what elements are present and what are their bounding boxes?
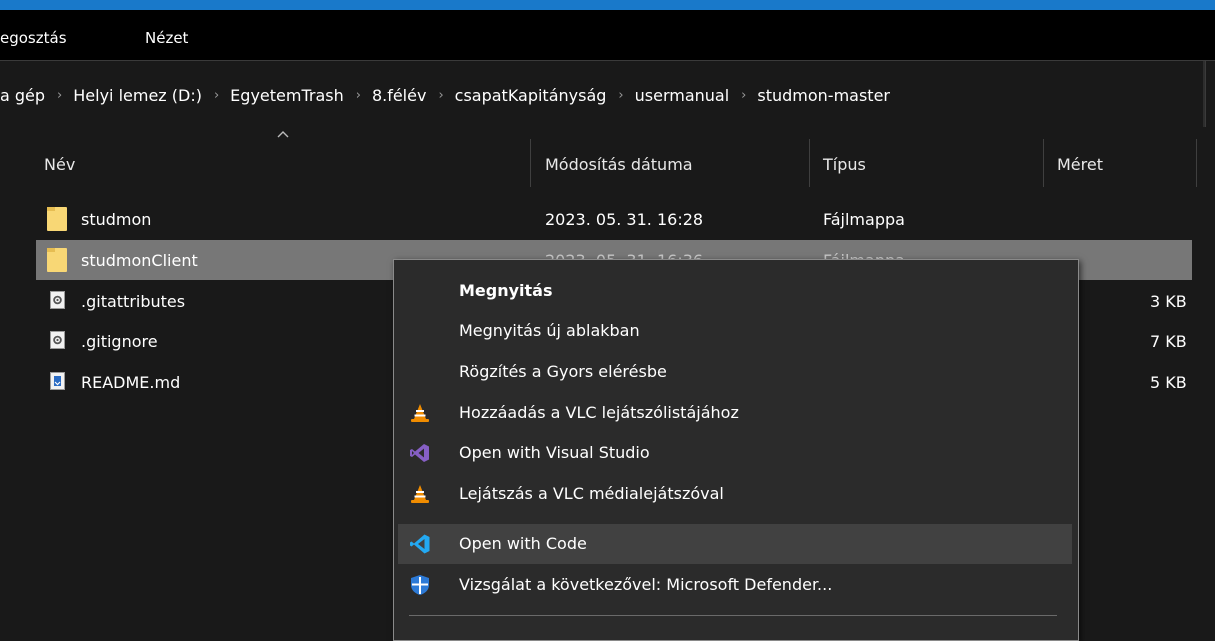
breadcrumb-item-local-disk[interactable]: Helyi lemez (D:)	[73, 86, 202, 105]
file-type: Fájlmappa	[823, 210, 905, 229]
visual-studio-icon	[410, 444, 429, 462]
column-header-modified[interactable]: Módosítás dátuma	[545, 155, 693, 174]
folder-icon	[47, 248, 67, 272]
file-name: studmonClient	[81, 251, 198, 270]
menu-item-open[interactable]: Megnyitás	[398, 271, 1072, 311]
ribbon-tab-view[interactable]: Nézet	[145, 29, 188, 47]
menu-item-label: Vizsgálat a következővel: Microsoft Defe…	[459, 575, 833, 594]
column-resize-handle[interactable]	[530, 139, 531, 187]
menu-item-open-new-window[interactable]: Megnyitás új ablakban	[398, 311, 1072, 351]
file-row-studmon[interactable]: studmon 2023. 05. 31. 16:28 Fájlmappa	[36, 199, 1192, 239]
chevron-right-icon[interactable]: ›	[202, 88, 230, 103]
menu-item-pin-quick-access[interactable]: Rögzítés a Gyors elérésbe	[398, 352, 1072, 392]
folder-icon	[47, 207, 67, 231]
column-header-row: Név Módosítás dátuma Típus Méret	[0, 127, 1205, 197]
file-size: 5 KB	[1150, 373, 1187, 392]
chevron-right-icon[interactable]: ›	[426, 88, 454, 103]
chevron-right-icon[interactable]: ›	[606, 88, 634, 103]
column-header-name[interactable]: Név	[44, 155, 75, 174]
file-name: .gitignore	[81, 332, 158, 351]
menu-item-play-vlc[interactable]: Lejátszás a VLC médialejátszóval	[398, 474, 1072, 514]
file-modified: 2023. 05. 31. 16:28	[545, 210, 704, 229]
gear-file-icon	[50, 331, 65, 349]
menu-item-label: Open with Code	[459, 534, 587, 553]
context-menu: Megnyitás Megnyitás új ablakban Rögzítés…	[393, 259, 1079, 641]
gear-file-icon	[50, 291, 65, 309]
column-resize-handle[interactable]	[809, 139, 810, 187]
sort-ascending-icon	[277, 131, 289, 138]
file-name: .gitattributes	[81, 292, 186, 311]
address-bar[interactable]: a gép › Helyi lemez (D:) › EgyetemTrash …	[0, 61, 1206, 127]
file-size: 7 KB	[1150, 332, 1187, 351]
menu-item-add-vlc-playlist[interactable]: Hozzáadás a VLC lejátszólistájához	[398, 393, 1072, 433]
menu-item-label: Megnyitás	[459, 281, 553, 300]
menu-item-label: Rögzítés a Gyors elérésbe	[459, 362, 667, 381]
menu-item-label: Megnyitás új ablakban	[459, 321, 640, 340]
ribbon-tab-share[interactable]: egosztás	[0, 29, 67, 47]
chevron-right-icon[interactable]: ›	[45, 88, 73, 103]
column-header-type[interactable]: Típus	[823, 155, 866, 174]
menu-item-open-visual-studio[interactable]: Open with Visual Studio	[398, 433, 1072, 473]
vscode-icon	[410, 534, 430, 554]
menu-item-label: Lejátszás a VLC médialejátszóval	[459, 484, 724, 503]
breadcrumb-item-usermanual[interactable]: usermanual	[635, 86, 730, 105]
file-size: 3 KB	[1150, 292, 1187, 311]
menu-separator	[409, 615, 1057, 616]
menu-item-defender-scan[interactable]: Vizsgálat a következővel: Microsoft Defe…	[398, 565, 1072, 605]
chevron-right-icon[interactable]: ›	[729, 88, 757, 103]
ribbon-tabs-bar: egosztás Nézet	[0, 10, 1215, 60]
breadcrumb-item-studmon-master[interactable]: studmon-master	[757, 86, 890, 105]
chevron-right-icon[interactable]: ›	[344, 88, 372, 103]
vlc-cone-icon	[411, 485, 429, 503]
menu-item-label: Open with Visual Studio	[459, 443, 650, 462]
breadcrumb: a gép › Helyi lemez (D:) › EgyetemTrash …	[0, 86, 890, 105]
vlc-cone-icon	[411, 404, 429, 422]
markdown-file-icon	[50, 372, 65, 390]
column-resize-handle[interactable]	[1196, 139, 1197, 187]
breadcrumb-item-csapatkapitanysag[interactable]: csapatKapitányság	[455, 86, 607, 105]
breadcrumb-item-8-felev[interactable]: 8.félév	[372, 86, 427, 105]
defender-shield-icon	[411, 575, 429, 595]
address-bar-divider	[1203, 61, 1205, 127]
menu-item-open-with-code[interactable]: Open with Code	[398, 524, 1072, 564]
column-resize-handle[interactable]	[1043, 139, 1044, 187]
breadcrumb-item-this-pc[interactable]: a gép	[0, 86, 45, 105]
file-name: studmon	[81, 210, 152, 229]
menu-item-label: Hozzáadás a VLC lejátszólistájához	[459, 403, 739, 422]
column-header-size[interactable]: Méret	[1057, 155, 1103, 174]
file-name: README.md	[81, 373, 181, 392]
breadcrumb-item-egyetemtrash[interactable]: EgyetemTrash	[230, 86, 344, 105]
window-accent-strip	[0, 0, 1215, 10]
